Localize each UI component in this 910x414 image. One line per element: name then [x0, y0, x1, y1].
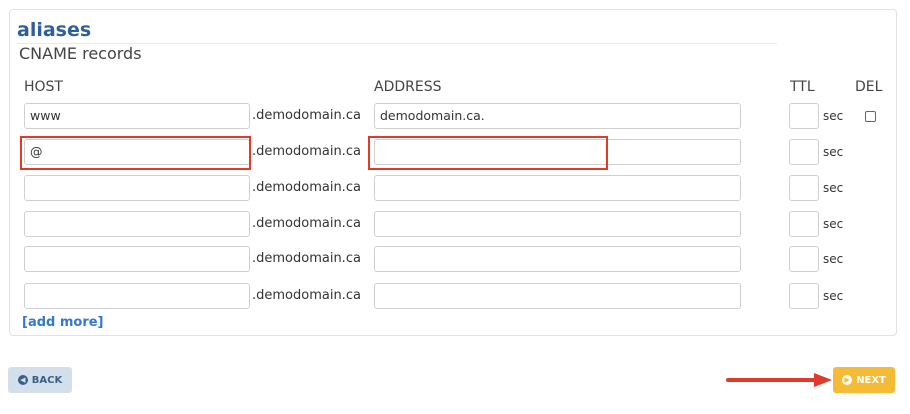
right-arrow-circle-icon: ▶: [842, 375, 853, 385]
back-button[interactable]: ◀ BACK: [8, 367, 72, 393]
address-column-header: ADDRESS: [374, 79, 442, 95]
address-input[interactable]: demodomain.ca.: [374, 103, 741, 129]
host-column-header: HOST: [24, 79, 63, 95]
section-subtitle: CNAME records: [19, 44, 142, 63]
back-button-label: BACK: [31, 374, 63, 386]
section-title: aliases: [17, 19, 92, 41]
address-highlight-box: [368, 136, 608, 170]
address-input[interactable]: [374, 211, 741, 237]
ttl-unit: sec: [823, 217, 844, 231]
ttl-column-header: TTL: [790, 79, 815, 95]
ttl-unit: sec: [823, 109, 844, 123]
address-input[interactable]: [374, 175, 741, 201]
address-input[interactable]: [374, 246, 741, 272]
host-input[interactable]: [24, 246, 250, 272]
left-arrow-circle-icon: ◀: [17, 375, 28, 385]
ttl-input[interactable]: [789, 103, 819, 129]
domain-suffix: .demodomain.ca: [252, 288, 361, 303]
address-input[interactable]: [374, 283, 741, 309]
next-button[interactable]: ▶ NEXT: [833, 367, 895, 393]
host-input[interactable]: [24, 211, 250, 237]
ttl-input[interactable]: [789, 246, 819, 272]
subtitle-divider: [17, 43, 777, 44]
domain-suffix: .demodomain.ca: [252, 144, 361, 159]
domain-suffix: .demodomain.ca: [252, 251, 361, 266]
ttl-input[interactable]: [789, 175, 819, 201]
red-pointer-arrow-icon: [726, 373, 832, 387]
del-column-header: DEL: [855, 79, 883, 95]
ttl-unit: sec: [823, 181, 844, 195]
add-more-link[interactable]: [add more]: [22, 315, 104, 330]
next-button-label: NEXT: [856, 374, 886, 386]
ttl-unit: sec: [823, 289, 844, 303]
domain-suffix: .demodomain.ca: [252, 216, 361, 231]
host-input[interactable]: [24, 175, 250, 201]
domain-suffix: .demodomain.ca: [252, 180, 361, 195]
domain-suffix: .demodomain.ca: [252, 108, 361, 123]
ttl-unit: sec: [823, 252, 844, 266]
delete-checkbox[interactable]: [865, 111, 876, 122]
host-input[interactable]: www: [24, 103, 250, 129]
ttl-input[interactable]: [789, 283, 819, 309]
host-input[interactable]: [24, 283, 250, 309]
ttl-unit: sec: [823, 145, 844, 159]
host-highlight-box: [20, 136, 251, 170]
ttl-input[interactable]: [789, 211, 819, 237]
ttl-input[interactable]: [789, 139, 819, 165]
